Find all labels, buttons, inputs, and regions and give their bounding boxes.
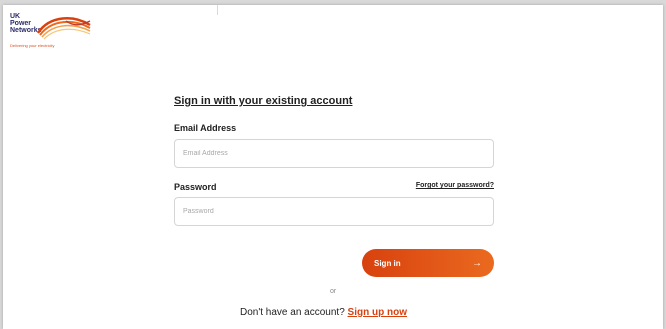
logo-swoosh-icon (37, 17, 91, 40)
decorative-line (217, 5, 218, 15)
sign-up-prompt-text: Don't have an account? (240, 307, 345, 318)
password-label: Password (174, 182, 217, 192)
sign-up-prompt: Don't have an account? Sign up now (240, 307, 407, 318)
password-field[interactable] (174, 197, 494, 226)
arrow-right-icon: → (472, 257, 482, 269)
email-field[interactable] (174, 139, 494, 168)
or-divider: or (330, 288, 337, 295)
sign-up-link[interactable]: Sign up now (348, 307, 407, 318)
forgot-password-link[interactable]: Forgot your password? (416, 182, 494, 189)
email-label: Email Address (174, 123, 237, 133)
sign-in-page: UK Power Networks Delivering your electr… (3, 5, 663, 329)
logo-tagline: Delivering your electricity (10, 43, 55, 48)
form-heading: Sign in with your existing account (174, 95, 353, 107)
sign-in-button[interactable]: Sign in → (362, 249, 494, 277)
sign-in-button-label: Sign in (374, 258, 401, 268)
uk-power-networks-logo[interactable]: UK Power Networks Delivering your electr… (10, 13, 100, 55)
